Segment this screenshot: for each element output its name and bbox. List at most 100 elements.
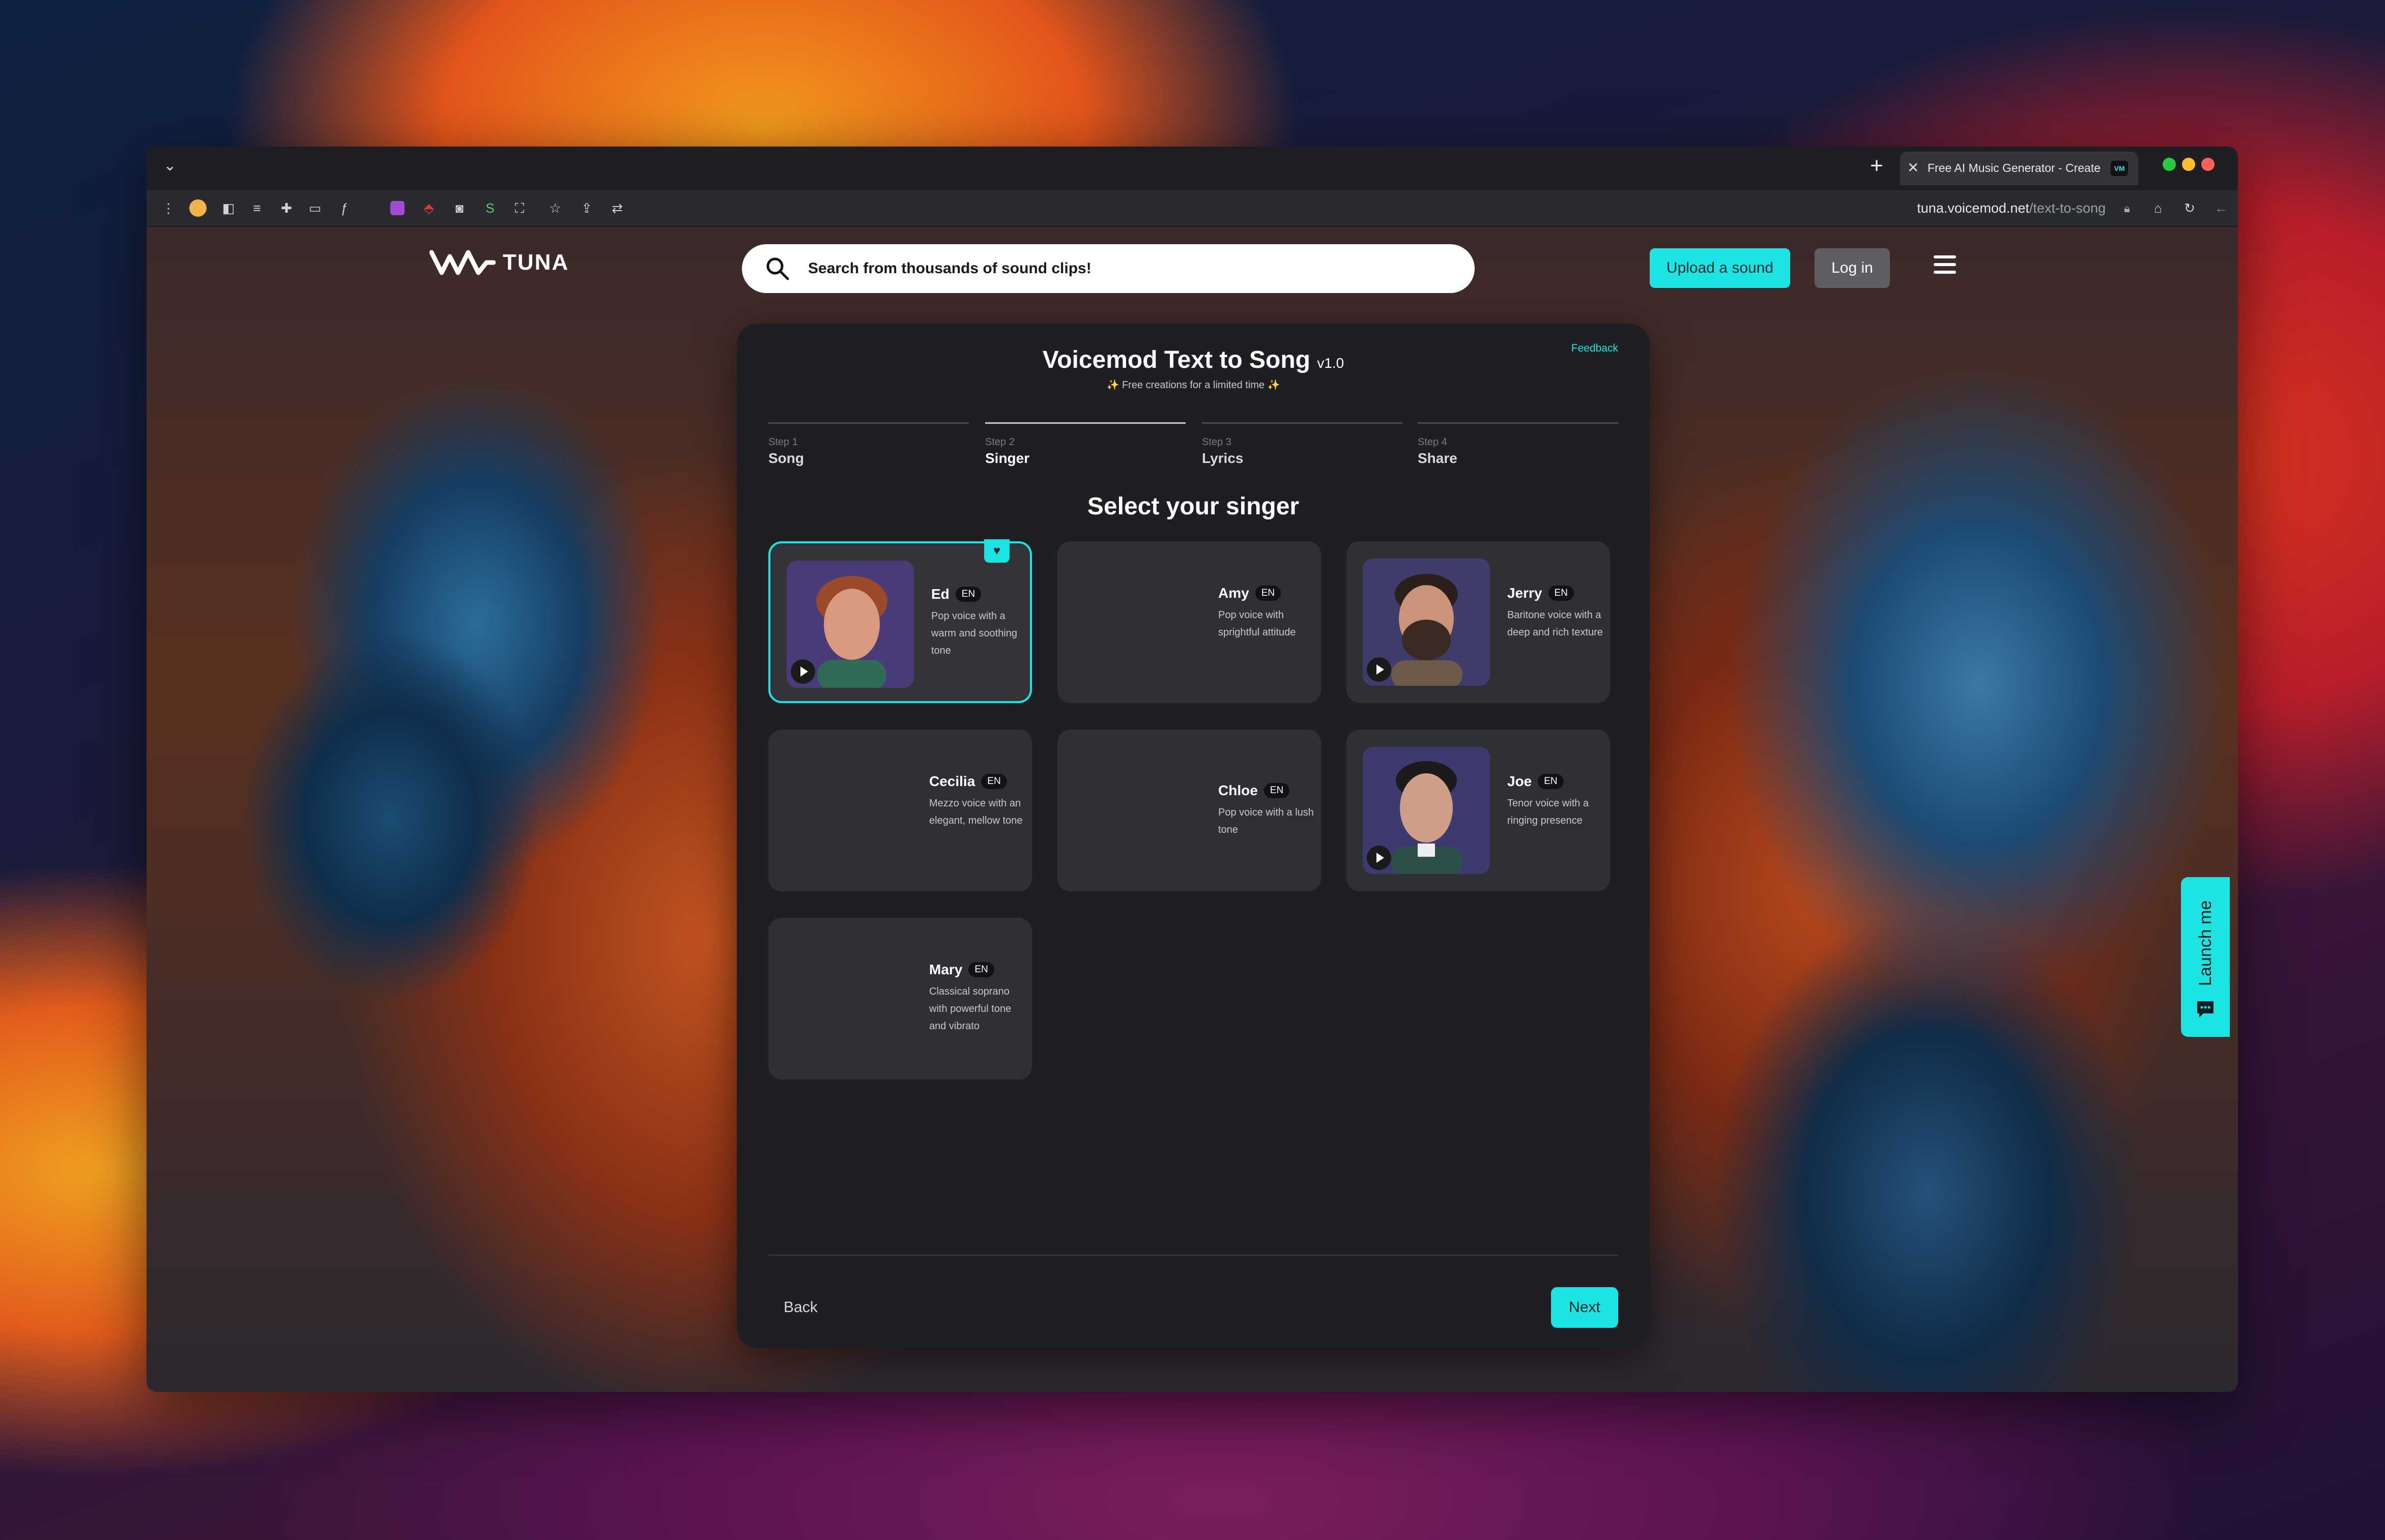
login-button[interactable]: Log in	[1815, 248, 1890, 288]
singer-description: Classical soprano with powerful tone and…	[929, 986, 1012, 1032]
hamburger-menu-icon[interactable]	[1934, 255, 1956, 276]
step-singer[interactable]: Step 2 Singer	[985, 422, 1186, 468]
step-label: Lyrics	[1202, 450, 1244, 466]
cast-icon[interactable]: ▭	[305, 198, 325, 218]
search-input[interactable]: Search from thousands of sound clips!	[808, 256, 1091, 281]
tab-bar: ⌄ + ✕ Free AI Music Generator - Create V…	[147, 147, 2238, 190]
chat-bubble-icon	[2197, 1001, 2214, 1018]
play-icon[interactable]	[1367, 657, 1391, 682]
next-button[interactable]: Next	[1551, 1287, 1618, 1328]
singer-name: Chloe	[1218, 782, 1258, 798]
home-icon[interactable]: ⌂	[2148, 198, 2168, 218]
singer-name: Jerry	[1507, 585, 1542, 601]
pdf-extension-icon[interactable]: ⬘	[419, 198, 439, 218]
singer-description: Baritone voice with a deep and rich text…	[1507, 609, 1603, 638]
step-number: Step 1	[768, 437, 798, 448]
singer-description: Pop voice with a warm and soothing tone	[931, 611, 1017, 656]
language-badge: EN	[1548, 586, 1574, 601]
singer-card-joe[interactable]: Joe EN Tenor voice with a ringing presen…	[1346, 730, 1610, 891]
new-tab-plus-icon[interactable]: +	[1864, 154, 1889, 178]
url-host: tuna.voicemod.net	[1917, 200, 2029, 216]
tab-favicon: VM	[2111, 161, 2128, 176]
singer-card-mary[interactable]: Mary EN Classical soprano with powerful …	[768, 918, 1032, 1080]
singer-card-chloe[interactable]: Chloe EN Pop voice with a lush tone	[1057, 730, 1321, 891]
logo-text[interactable]: TUNA	[503, 249, 569, 276]
tab-close-icon[interactable]: ✕	[1907, 158, 1919, 178]
more-options-icon[interactable]: ⋮	[159, 198, 178, 218]
browser-toolbar: ⋮ ◧ ≡ ✚ ▭ ƒ ⬘ ◙ S ⛶ ☆ ⇪ ⇄ tuna.voicemod.…	[147, 190, 2238, 227]
launch-me-label: Launch me	[2196, 900, 2215, 986]
extension-purple-icon[interactable]	[388, 198, 407, 218]
address-bar[interactable]: tuna.voicemod.net/text-to-song	[1841, 197, 2106, 219]
page-viewport: TUNA Search from thousands of sound clip…	[147, 227, 2238, 1392]
search-icon	[766, 257, 789, 280]
language-badge: EN	[1255, 586, 1281, 601]
tab-title: Free AI Music Generator - Create	[1928, 161, 2101, 175]
language-badge: EN	[1263, 783, 1290, 798]
lock-icon: 🔒︎	[2124, 202, 2130, 215]
browser-tab[interactable]: ✕ Free AI Music Generator - Create VM	[1900, 152, 2138, 185]
camera-extension-icon[interactable]: ◙	[450, 198, 469, 218]
voicemod-logo-icon[interactable]	[429, 247, 496, 278]
text-to-song-modal: Feedback Voicemod Text to Song v1.0 ✨ Fr…	[737, 324, 1650, 1348]
heart-icon[interactable]: ♥	[984, 539, 1010, 563]
play-icon[interactable]	[1367, 846, 1391, 870]
step-label: Share	[1418, 450, 1457, 466]
share-icon[interactable]: ⇪	[577, 198, 596, 218]
singer-card-cecilia[interactable]: Cecilia EN Mezzo voice with an elegant, …	[768, 730, 1032, 891]
step-label: Singer	[985, 450, 1030, 466]
window-minimize-button[interactable]	[2182, 158, 2195, 171]
footer-divider	[768, 1255, 1618, 1256]
singer-description: Pop voice with a lush tone	[1218, 807, 1314, 835]
function-icon[interactable]: ƒ	[335, 198, 354, 218]
singer-card-amy[interactable]: Amy EN Pop voice with sprightful attitud…	[1057, 541, 1321, 703]
back-arrow-icon[interactable]: ←	[2211, 198, 2231, 218]
step-number: Step 3	[1202, 437, 1231, 448]
modal-title-text: Voicemod Text to Song	[1042, 346, 1310, 373]
search-bar[interactable]: Search from thousands of sound clips!	[742, 244, 1475, 293]
translate-icon[interactable]: ⇄	[608, 198, 627, 218]
singer-name: Amy	[1218, 585, 1249, 601]
modal-subtitle: ✨ Free creations for a limited time ✨	[1106, 380, 1280, 391]
language-badge: EN	[968, 962, 994, 977]
window-close-button[interactable]	[2201, 158, 2215, 171]
singer-avatar-jerry	[1363, 559, 1490, 686]
singer-name: Cecilia	[929, 773, 975, 789]
select-singer-heading: Select your singer	[1087, 493, 1300, 520]
language-badge: EN	[955, 587, 982, 602]
language-badge: EN	[981, 774, 1007, 789]
extensions-icon[interactable]: ✚	[277, 198, 296, 218]
upload-sound-button[interactable]: Upload a sound	[1650, 248, 1790, 288]
singer-name: Ed	[931, 586, 950, 602]
browser-window: ⌄ + ✕ Free AI Music Generator - Create V…	[147, 147, 2238, 1392]
window-zoom-button[interactable]	[2163, 158, 2176, 171]
language-badge: EN	[1538, 774, 1564, 789]
profile-avatar-icon[interactable]	[188, 198, 208, 218]
singer-description: Mezzo voice with an elegant, mellow tone	[929, 798, 1023, 826]
singer-avatar-joe	[1363, 747, 1490, 874]
step-share[interactable]: Step 4 Share	[1418, 422, 1618, 468]
step-song[interactable]: Step 1 Song	[768, 422, 969, 468]
screenshot-icon[interactable]: ⛶	[510, 198, 529, 218]
tab-list-chevron-icon[interactable]: ⌄	[160, 156, 180, 176]
singer-card-jerry[interactable]: Jerry EN Baritone voice with a deep and …	[1346, 541, 1610, 703]
play-icon[interactable]	[791, 659, 815, 684]
singer-description: Pop voice with sprightful attitude	[1218, 609, 1296, 638]
launch-me-widget[interactable]: Launch me	[2181, 877, 2230, 1037]
step-number: Step 4	[1418, 437, 1447, 448]
modal-title: Voicemod Text to Song v1.0	[737, 344, 1650, 380]
bookmark-star-icon[interactable]: ☆	[545, 198, 565, 218]
reload-icon[interactable]: ↻	[2180, 198, 2199, 218]
step-lyrics[interactable]: Step 3 Lyrics	[1202, 422, 1402, 468]
stepper: Step 1 Song Step 2 Singer Step 3 Lyrics …	[768, 422, 1618, 478]
url-path: /text-to-song	[2029, 200, 2106, 216]
back-button[interactable]: Back	[784, 1297, 818, 1318]
singer-description: Tenor voice with a ringing presence	[1507, 798, 1589, 826]
step-number: Step 2	[985, 437, 1015, 448]
sidebar-icon[interactable]: ◧	[219, 198, 238, 218]
reading-list-icon[interactable]: ≡	[247, 198, 267, 218]
step-label: Song	[768, 450, 804, 466]
s-extension-icon[interactable]: S	[480, 198, 500, 218]
singer-card-ed[interactable]: ♥ Ed EN Pop voice with a warm and soothi…	[768, 539, 1032, 703]
singer-avatar-ed	[787, 561, 914, 688]
